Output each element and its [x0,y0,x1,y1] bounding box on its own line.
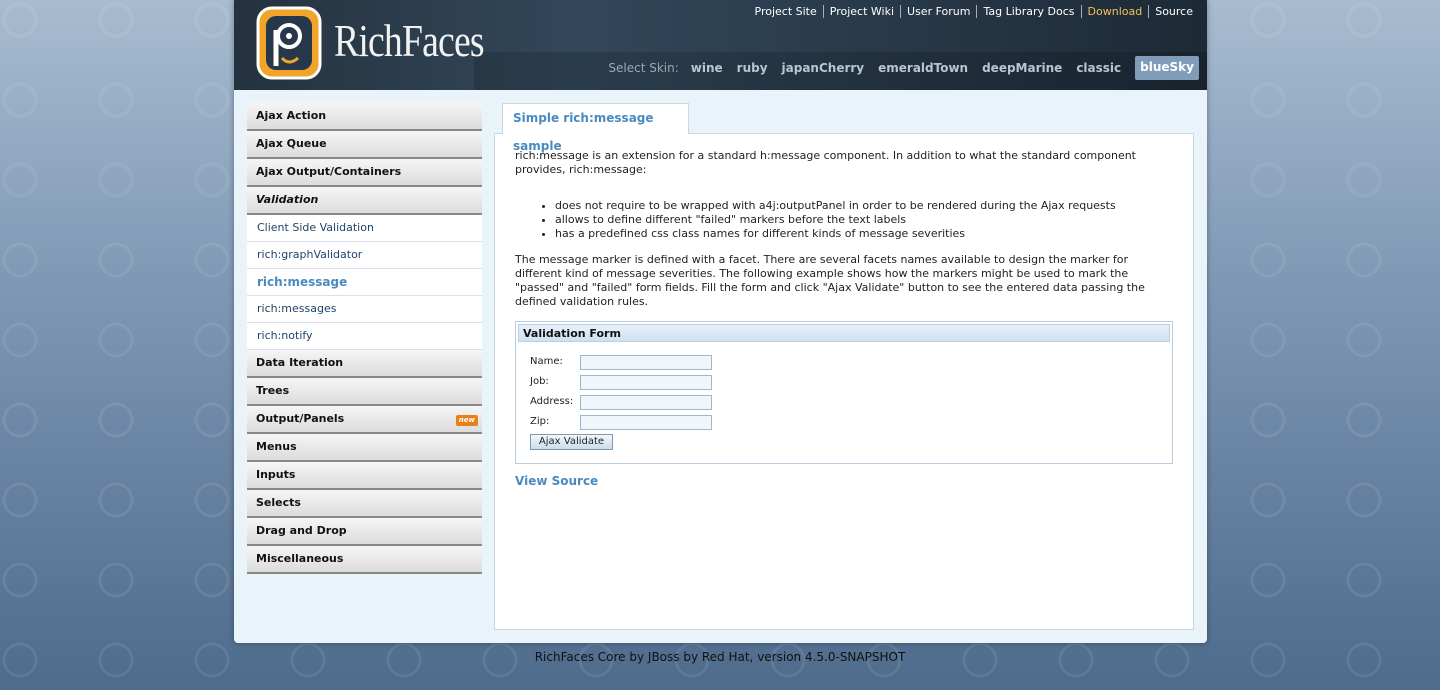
job-field[interactable] [580,374,712,390]
link-project-site[interactable]: Project Site [749,5,823,18]
list-item: has a predefined css class names for dif… [555,227,1175,241]
header: RichFaces Project Site Project Wiki User… [234,0,1207,90]
sidebar-group-inputs[interactable]: Inputs [247,462,482,490]
zip-field[interactable] [580,414,712,430]
link-source[interactable]: Source [1148,5,1199,18]
ajax-validate-button[interactable]: Ajax Validate [530,434,613,450]
sidebar-group-ajax-output[interactable]: Ajax Output/Containers [247,159,482,187]
tab-simple-rich-message-sample[interactable]: Simple rich:message sample [502,103,689,153]
sidebar-item-message-active[interactable]: rich:message [247,269,482,296]
sidebar-group-data-iteration[interactable]: Data Iteration [247,350,482,378]
skin-classic[interactable]: classic [1076,61,1121,75]
name-field[interactable] [580,354,712,370]
skin-japancherry[interactable]: japanCherry [782,61,865,75]
sidebar-group-ajax-action[interactable]: Ajax Action [247,103,482,131]
skin-emeraldtown[interactable]: emeraldTown [878,61,968,75]
sidebar-item-messages[interactable]: rich:messages [247,296,482,323]
validation-form-title: Validation Form [518,324,1170,342]
skin-ruby[interactable]: ruby [737,61,768,75]
footer-text: RichFaces Core by JBoss by Red Hat, vers… [534,650,906,664]
link-project-wiki[interactable]: Project Wiki [822,5,900,18]
sidebar-item-notify[interactable]: rich:notify [247,323,482,350]
sidebar-item-client-side-validation[interactable]: Client Side Validation [247,215,482,242]
sidebar-item-graphvalidator[interactable]: rich:graphValidator [247,242,482,269]
validation-form: Validation Form Name: Job: Address: Zip:… [515,321,1173,464]
sidebar-group-miscellaneous[interactable]: Miscellaneous [247,546,482,574]
form-row-name: Name: [518,352,1170,372]
list-item: allows to define different "failed" mark… [555,213,1175,227]
form-row-zip: Zip: [518,412,1170,432]
page-container: RichFaces Project Site Project Wiki User… [234,0,1207,643]
skin-wine[interactable]: wine [691,61,723,75]
zip-label: Zip: [530,416,550,427]
form-row-address: Address: [518,392,1170,412]
sample-panel: rich:message is an extension for a stand… [494,133,1194,630]
form-row-job: Job: [518,372,1170,392]
marker-description: The message marker is defined with a fac… [515,253,1145,308]
richfaces-logo-icon [256,6,322,80]
link-download[interactable]: Download [1080,5,1149,18]
list-item: does not require to be wrapped with a4j:… [555,199,1175,213]
feature-list: does not require to be wrapped with a4j:… [555,199,1175,241]
sidebar-group-ajax-queue[interactable]: Ajax Queue [247,131,482,159]
form-fields: Name: Job: Address: Zip: [518,352,1170,432]
sidebar-group-trees[interactable]: Trees [247,378,482,406]
sidebar-group-label: Output/Panels [256,412,345,425]
logo-text: RichFaces [334,15,485,66]
intro-text: rich:message is an extension for a stand… [515,149,1136,176]
sidebar-group-drag-and-drop[interactable]: Drag and Drop [247,518,482,546]
skin-selector: Select Skin: wine ruby japanCherry emera… [608,56,1199,80]
address-label: Address: [530,396,574,407]
job-label: Job: [530,376,549,387]
top-links: Project Site Project Wiki User Forum Tag… [749,5,1200,18]
sidebar-group-output-panels[interactable]: Output/Panels new [247,406,482,434]
view-source-link[interactable]: View Source [515,474,1175,488]
new-badge: new [455,415,478,426]
address-field[interactable] [580,394,712,410]
sidebar-group-selects[interactable]: Selects [247,490,482,518]
link-tag-library-docs[interactable]: Tag Library Docs [976,5,1080,18]
link-user-forum[interactable]: User Forum [900,5,976,18]
skin-label: Select Skin: [608,61,679,75]
sidebar-group-menus[interactable]: Menus [247,434,482,462]
sample-content: rich:message is an extension for a stand… [515,149,1175,488]
skin-deepmarine[interactable]: deepMarine [982,61,1062,75]
sidebar-group-validation[interactable]: Validation [247,187,482,215]
name-label: Name: [530,356,563,367]
skin-bluesky-selected[interactable]: blueSky [1135,56,1199,80]
sidebar-nav: Ajax Action Ajax Queue Ajax Output/Conta… [247,103,482,574]
